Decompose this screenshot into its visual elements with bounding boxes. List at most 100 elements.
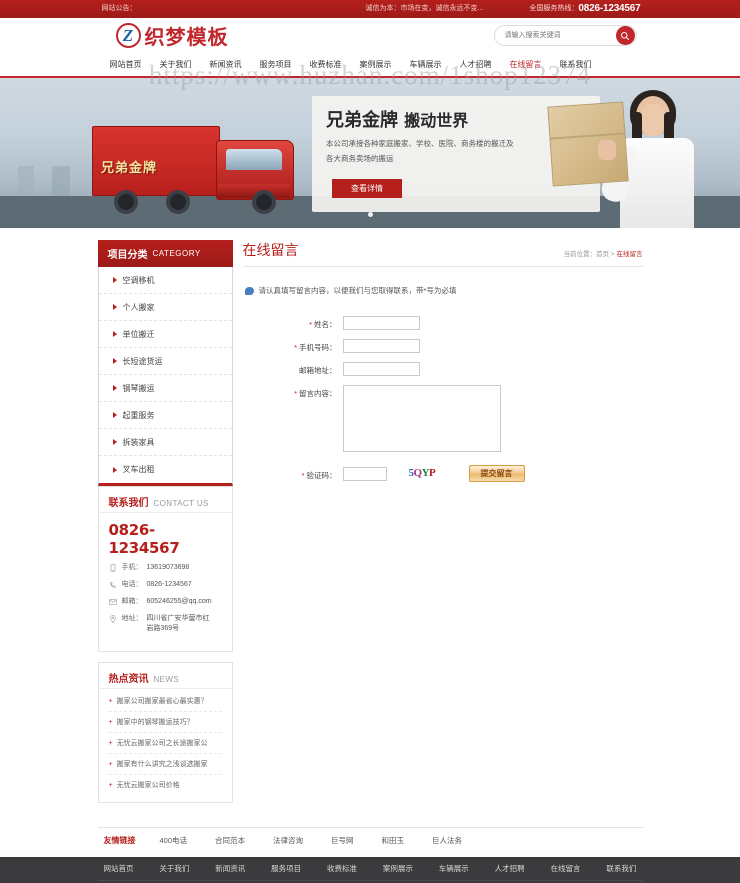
footer-nav-item-5[interactable]: 收费标准 bbox=[321, 863, 363, 874]
footer-nav-item-8[interactable]: 人才招聘 bbox=[489, 863, 531, 874]
category-item[interactable]: 起重服务 bbox=[98, 402, 232, 429]
form-label-email: 邮箱地址： bbox=[281, 362, 343, 376]
category-item[interactable]: 拆装家具 bbox=[98, 429, 232, 456]
submit-button[interactable]: 提交留言 bbox=[468, 465, 525, 482]
category-item[interactable]: 叉车出租 bbox=[99, 456, 232, 483]
contact-row-value: 13619073698 bbox=[146, 564, 190, 571]
news-item-label: 无忧云搬家公司之长途搬家公 bbox=[116, 740, 208, 747]
news-item-label: 搬家公司搬家最省心最实惠？ bbox=[116, 698, 208, 705]
contact-row-label: 邮箱： bbox=[121, 598, 143, 605]
mobile-icon bbox=[109, 563, 118, 572]
friend-link[interactable]: 合同范本 bbox=[201, 835, 259, 846]
search-button[interactable] bbox=[615, 26, 635, 45]
category-panel-header: 项目分类 CATEGORY bbox=[97, 240, 233, 267]
banner-truck-illustration: 兄弟金牌 bbox=[92, 114, 307, 214]
category-item-label: 起重服务 bbox=[122, 410, 155, 420]
nav-item-5[interactable]: 收费标准 bbox=[301, 52, 351, 78]
required-star: * bbox=[301, 470, 305, 480]
contact-panel-header: 联系我们 CONTACT US bbox=[98, 487, 232, 513]
footer-nav-item-3[interactable]: 新闻资讯 bbox=[209, 863, 251, 874]
form-label-name: * 姓名： bbox=[281, 316, 343, 330]
page-root: 网站公告： 诚信为本：市场在变，诚信永远不变... 全国服务热线：0826-12… bbox=[0, 0, 740, 883]
banner-pagination-dots[interactable] bbox=[0, 204, 740, 222]
nav-item-8[interactable]: 人才招聘 bbox=[451, 52, 501, 78]
footer-nav-item-10[interactable]: 联系我们 bbox=[600, 863, 642, 874]
news-item[interactable]: + 搬家公司搬家最省心最实惠？ bbox=[108, 691, 222, 712]
form-label-message: * 留言内容： bbox=[281, 385, 343, 399]
footer-nav-item-1[interactable]: 网站首页 bbox=[98, 863, 140, 874]
banner-cta-button[interactable]: 查看详情 bbox=[332, 179, 402, 198]
chevron-right-icon bbox=[112, 439, 117, 445]
news-item[interactable]: + 搬家有什么讲究之浅谈选搬家 bbox=[108, 754, 222, 775]
category-item[interactable]: 钢琴搬运 bbox=[98, 375, 232, 402]
friend-link[interactable]: 400电话 bbox=[146, 835, 202, 846]
news-item[interactable]: + 搬家中的钢琴搬运技巧？ bbox=[108, 712, 222, 733]
nav-item-3[interactable]: 新闻资讯 bbox=[201, 52, 251, 78]
location-icon bbox=[109, 614, 118, 623]
nav-item-9[interactable]: 在线留言 bbox=[501, 52, 551, 78]
nav-item-10[interactable]: 联系我们 bbox=[551, 52, 601, 78]
category-list: 空调移机 个人搬家 单位搬迁 长短途货运 钢琴搬运起重服务拆装家具 叉车出租 bbox=[97, 267, 233, 486]
nav-item-1[interactable]: 网站首页 bbox=[98, 52, 151, 78]
category-item[interactable]: 个人搬家 bbox=[98, 294, 232, 321]
banner-description: 本公司承接各种家庭搬家、学校、医院、商务楼的搬迁及 各大商务卖场的搬运 bbox=[326, 136, 516, 166]
form-input-email[interactable] bbox=[342, 362, 420, 376]
hotline-number: 0826-1234567 bbox=[578, 3, 641, 14]
news-item[interactable]: + 无忧云搬家公司之长途搬家公 bbox=[108, 733, 222, 754]
form-notice: 请认真填写留言内容，以便我们与您取得联系，带*号为必填 bbox=[244, 285, 643, 296]
site-logo[interactable]: Z 织梦模板 bbox=[115, 21, 229, 50]
category-title-en: CATEGORY bbox=[152, 249, 201, 258]
nav-item-7[interactable]: 车辆展示 bbox=[401, 52, 451, 78]
hero-banner: 兄弟金牌 兄弟金牌 搬动世界 本公司承接各种家庭搬家、学校、医院、商务楼的搬迁及… bbox=[0, 78, 740, 228]
breadcrumb-home[interactable]: 首页 bbox=[596, 251, 609, 258]
plus-icon: + bbox=[108, 719, 113, 726]
person-face bbox=[640, 104, 666, 136]
captcha-image[interactable]: 5QYP bbox=[408, 466, 443, 481]
footer-nav-item-2[interactable]: 关于我们 bbox=[153, 863, 195, 874]
chevron-right-icon bbox=[112, 331, 117, 337]
plus-icon: + bbox=[108, 761, 113, 768]
news-panel: 热点资讯 NEWS + 搬家公司搬家最省心最实惠？ + 搬家中的钢琴搬运技巧？ + 无忧云… bbox=[97, 662, 233, 803]
required-star: * bbox=[294, 343, 297, 352]
friend-link[interactable]: 巨人法务 bbox=[418, 835, 476, 846]
captcha-input[interactable] bbox=[342, 466, 387, 481]
top-announcement-bar: 网站公告： 诚信为本：市场在变，诚信永远不变... 全国服务热线：0826-12… bbox=[0, 0, 740, 18]
banner-dot[interactable] bbox=[367, 212, 373, 217]
footer-navigation: 网站首页 关于我们 新闻资讯 服务项目 收费标准 案例展示 车辆展示 人才招聘 在线留言 联系我们 bbox=[97, 857, 643, 881]
nav-item-2[interactable]: 关于我们 bbox=[151, 52, 201, 78]
main-area: 项目分类 CATEGORY 空调移机 个人搬家 单位搬迁 长短途货运 钢琴搬运起重服务拆… bbox=[97, 228, 643, 813]
form-label-text: 姓名： bbox=[314, 320, 337, 329]
contact-title-en: CONTACT US bbox=[153, 499, 209, 508]
contact-row: 邮箱： 605246255@qq.com bbox=[109, 597, 222, 607]
chevron-right-icon bbox=[112, 304, 117, 310]
search-input[interactable] bbox=[494, 26, 605, 45]
friend-link[interactable]: 法律咨询 bbox=[259, 835, 317, 846]
sidebar: 项目分类 CATEGORY 空调移机 个人搬家 单位搬迁 长短途货运 钢琴搬运起重服务拆… bbox=[97, 240, 233, 813]
announcement-text: 诚信为本：市场在变，诚信永远不变... bbox=[365, 5, 484, 12]
nav-item-4[interactable]: 服务项目 bbox=[251, 52, 301, 78]
search-box[interactable] bbox=[493, 25, 637, 46]
form-input-message[interactable] bbox=[342, 385, 501, 452]
footer-nav-item-9[interactable]: 在线留言 bbox=[545, 863, 587, 874]
form-input-mobile[interactable] bbox=[342, 339, 420, 353]
logo-mark-letter: Z bbox=[122, 26, 134, 45]
footer-nav-item-4[interactable]: 服务项目 bbox=[265, 863, 307, 874]
news-item[interactable]: + 无忧云搬家公司价格 bbox=[109, 775, 222, 796]
captcha-char: Y bbox=[421, 467, 430, 479]
site-header: Z 织梦模板 bbox=[0, 18, 740, 52]
form-input-name[interactable] bbox=[342, 316, 420, 330]
category-item[interactable]: 长短途货运 bbox=[98, 348, 232, 375]
friend-link[interactable]: 和田玉 bbox=[368, 835, 419, 846]
category-item[interactable]: 空调移机 bbox=[98, 267, 232, 294]
breadcrumb-current: 在线留言 bbox=[616, 251, 643, 258]
form-label-text: 手机号码： bbox=[299, 343, 337, 352]
speech-bubble-icon bbox=[244, 286, 254, 295]
nav-item-6[interactable]: 案例展示 bbox=[351, 52, 401, 78]
footer-nav-item-7[interactable]: 车辆展示 bbox=[433, 863, 475, 874]
contact-row-label: 地址： bbox=[121, 615, 143, 622]
friend-link[interactable]: 巨号网 bbox=[317, 835, 368, 846]
category-item[interactable]: 单位搬迁 bbox=[98, 321, 232, 348]
footer-nav-item-6[interactable]: 案例展示 bbox=[377, 863, 419, 874]
cardboard-box bbox=[547, 101, 629, 187]
contact-phone-large: 0826-1234567 bbox=[108, 521, 180, 557]
